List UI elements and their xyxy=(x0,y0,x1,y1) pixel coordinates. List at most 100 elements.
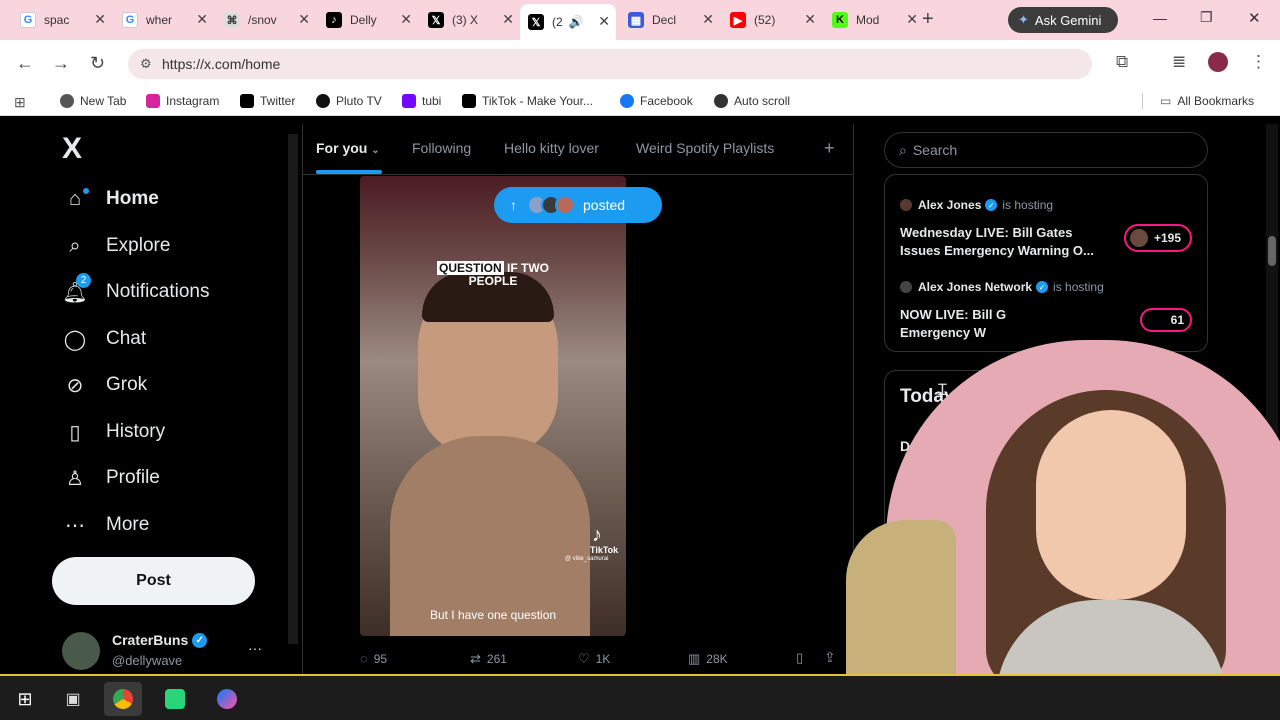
browser-tab[interactable]: K Mod ✕ xyxy=(824,6,924,34)
sidebar-scrollbar[interactable] xyxy=(288,134,298,644)
close-tab-icon[interactable]: ✕ xyxy=(400,11,412,28)
tab-for-you[interactable]: For you ⌄ xyxy=(316,140,380,156)
windows-start-icon[interactable]: ⊞ xyxy=(6,682,44,716)
tab-title: Decl xyxy=(652,13,677,27)
account-more-icon[interactable]: ··· xyxy=(248,640,262,656)
tab-weird-spotify-playlists[interactable]: Weird Spotify Playlists xyxy=(636,140,774,156)
restore-button[interactable]: ❐ xyxy=(1200,9,1213,26)
minimize-button[interactable]: — xyxy=(1153,10,1167,26)
new-posts-pill[interactable]: ↑ posted xyxy=(494,187,662,223)
avatar[interactable] xyxy=(62,632,100,670)
site-info-icon[interactable]: ⚙ xyxy=(140,56,152,72)
speaker-icon[interactable]: 🔊 xyxy=(569,15,584,29)
bookmark-facebook[interactable]: Facebook xyxy=(620,94,693,108)
views-icon: ▥ xyxy=(688,651,701,666)
tab-hello-kitty-lover[interactable]: Hello kitty lover xyxy=(504,140,599,156)
post-button[interactable]: Post xyxy=(52,557,255,605)
space-listeners[interactable]: +195 xyxy=(1124,224,1192,252)
browser-tab[interactable]: ▶ (52) ✕ xyxy=(722,6,822,34)
search-input[interactable]: ⌕ Search xyxy=(884,132,1208,168)
browser-tab-active[interactable]: 𝕏 (2 🔊 ✕ xyxy=(520,4,616,40)
chevron-down-icon: ⌄ xyxy=(371,145,380,156)
address-bar[interactable]: ⚙ https://x.com/home xyxy=(128,49,1092,79)
bookmark-label: Twitter xyxy=(260,94,296,108)
blanket-fold xyxy=(846,520,956,674)
gemini-icon: ✦ xyxy=(1018,12,1029,27)
sidebar-item-profile[interactable]: ♙ Profile xyxy=(62,465,160,491)
apps-grid-icon[interactable]: ⊞ xyxy=(14,94,26,111)
sidebar-item-chat[interactable]: ◯ Chat xyxy=(62,326,146,352)
tiktok-watermark-handle: @ vibe_samurai xyxy=(565,556,609,562)
browser-tab[interactable]: G wher ✕ xyxy=(114,6,214,34)
space-title[interactable]: Wednesday LIVE: Bill Gates Issues Emerge… xyxy=(900,224,1108,260)
sidebar-item-explore[interactable]: ⌕ Explore xyxy=(62,233,170,259)
close-tab-icon[interactable]: ✕ xyxy=(702,11,714,28)
messenger-taskbar-icon[interactable] xyxy=(208,682,246,716)
close-tab-icon[interactable]: ✕ xyxy=(906,11,918,28)
scrollbar-thumb[interactable] xyxy=(1268,236,1276,266)
sidebar-item-notifications[interactable]: 🔔︎ Notifications 2 xyxy=(62,273,210,305)
media-controls-icon[interactable]: ≣ xyxy=(1172,52,1186,72)
close-tab-icon[interactable]: ✕ xyxy=(298,11,310,28)
app-taskbar-icon[interactable] xyxy=(156,682,194,716)
close-tab-icon[interactable]: ✕ xyxy=(196,11,208,28)
view-count: 28K xyxy=(706,652,728,666)
sidebar-item-more[interactable]: ⋯ More xyxy=(62,512,149,538)
posted-label: posted xyxy=(583,197,626,213)
close-tab-icon[interactable]: ✕ xyxy=(598,13,610,30)
bookmark-pluto-tv[interactable]: Pluto TV xyxy=(316,94,382,108)
sidebar-item-home[interactable]: ⌂ Home xyxy=(62,186,159,212)
add-tab-button[interactable]: + xyxy=(824,138,835,159)
account-name[interactable]: CraterBuns ✓ xyxy=(112,632,208,648)
close-window-button[interactable]: ✕ xyxy=(1248,9,1261,27)
repost-button[interactable]: ⇄ 261 xyxy=(470,651,507,667)
close-tab-icon[interactable]: ✕ xyxy=(804,11,816,28)
sidebar-item-grok[interactable]: ⊘ Grok xyxy=(62,372,148,398)
folder-icon: ▭ xyxy=(1160,94,1172,108)
tab-following[interactable]: Following xyxy=(412,140,471,156)
chrome-taskbar-icon[interactable] xyxy=(104,682,142,716)
reply-count: 95 xyxy=(373,651,388,666)
space-host-row[interactable]: Alex Jones ✓ is hosting xyxy=(900,198,1053,212)
views-button[interactable]: ▥ 28K xyxy=(688,651,728,667)
browser-tab[interactable]: 𝕏 (3) X ✕ xyxy=(420,6,520,34)
divider xyxy=(302,174,854,175)
profile-avatar[interactable] xyxy=(1208,52,1228,72)
bookmark-label: Pluto TV xyxy=(336,94,382,108)
bookmark-auto-scroll[interactable]: Auto scroll xyxy=(714,94,790,108)
bookmark-label: Auto scroll xyxy=(734,94,791,108)
back-icon[interactable]: ← xyxy=(16,53,34,74)
share-icon[interactable]: ⇪ xyxy=(824,649,836,666)
bookmark-icon[interactable]: ▯ xyxy=(796,650,803,666)
url-text[interactable]: https://x.com/home xyxy=(162,56,280,72)
extensions-icon[interactable]: ⧉ xyxy=(1116,52,1128,72)
task-view-icon[interactable]: ▣ xyxy=(54,682,92,716)
close-tab-icon[interactable]: ✕ xyxy=(94,11,106,28)
browser-tab[interactable]: ♪ Delly ✕ xyxy=(318,6,418,34)
chrome-menu-icon[interactable]: ⋮ xyxy=(1250,52,1267,72)
ask-gemini-button[interactable]: ✦ Ask Gemini xyxy=(1008,7,1118,33)
bookmark-tubi[interactable]: tubi xyxy=(402,94,441,108)
bookmark-twitter[interactable]: Twitter xyxy=(240,94,295,108)
like-count: 1K xyxy=(595,652,611,666)
like-button[interactable]: ♡ 1K xyxy=(578,651,610,667)
new-tab-button[interactable]: + xyxy=(922,8,934,31)
close-tab-icon[interactable]: ✕ xyxy=(502,11,514,28)
hosting-label: is hosting xyxy=(1053,280,1104,294)
browser-tab[interactable]: G spac ✕ xyxy=(12,6,112,34)
bookmark-instagram[interactable]: Instagram xyxy=(146,94,219,108)
reload-icon[interactable]: ↻ xyxy=(90,53,105,74)
bookmark-tiktok[interactable]: TikTok - Make Your... xyxy=(462,94,593,108)
forward-icon[interactable]: → xyxy=(52,53,70,74)
space-host-row[interactable]: Alex Jones Network ✓ is hosting xyxy=(900,280,1104,294)
x-logo[interactable]: X xyxy=(62,132,82,166)
reply-button[interactable]: ◌ 95 xyxy=(360,651,387,666)
video-player[interactable]: QUESTION IF TWO PEOPLE ♪ TikTok @ vibe_s… xyxy=(360,176,626,636)
browser-tab[interactable]: ⌘ /snov ✕ xyxy=(216,6,316,34)
browser-tab[interactable]: ▦ Decl ✕ xyxy=(620,6,720,34)
all-bookmarks-button[interactable]: ▭ All Bookmarks xyxy=(1160,94,1254,108)
sidebar-item-history[interactable]: ▯ History xyxy=(62,419,165,445)
video-caption: QUESTION IF TWO PEOPLE xyxy=(386,261,600,288)
bookmark-new-tab[interactable]: New Tab xyxy=(60,94,126,108)
tab-title: (52) xyxy=(754,13,776,27)
